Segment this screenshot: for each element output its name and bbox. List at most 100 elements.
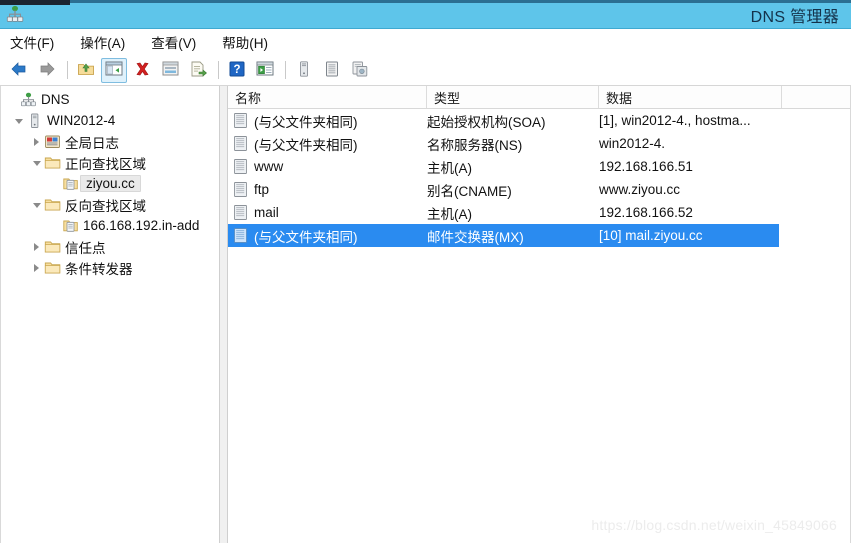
- new-zone-icon: [325, 61, 339, 80]
- toolbar: ?: [0, 55, 851, 86]
- show-window-icon: [256, 61, 274, 79]
- list-body[interactable]: (与父文件夹相同) 起始授权机构(SOA) [1], win2012-4., h…: [228, 109, 850, 545]
- folder-icon: [44, 239, 61, 255]
- tree-item-label: 条件转发器: [65, 261, 133, 277]
- table-row[interactable]: (与父文件夹相同) 名称服务器(NS) win2012-4.: [228, 132, 850, 155]
- menu-action[interactable]: 操作(A): [80, 30, 137, 54]
- forward-arrow-icon: [38, 61, 56, 80]
- chevron-down-icon[interactable]: [11, 117, 26, 124]
- tree-item-label: WIN2012-4: [47, 113, 116, 128]
- dns-record-icon: [234, 228, 247, 243]
- record-name-text: www: [254, 159, 284, 174]
- tree-item-forward-lookup-zones[interactable]: 正向查找区域: [1, 152, 219, 173]
- toolbar-up-folder-button[interactable]: [73, 58, 99, 83]
- toolbar-separator: [67, 61, 68, 79]
- toolbar-help-button[interactable]: ?: [224, 58, 250, 83]
- window-title: DNS 管理器: [750, 9, 839, 26]
- toolbar-separator-2: [218, 61, 219, 79]
- column-header-type[interactable]: 类型: [427, 86, 599, 108]
- chevron-right-icon[interactable]: [29, 138, 44, 146]
- record-name-cell: ftp: [228, 182, 427, 197]
- record-name-cell: (与父文件夹相同): [228, 226, 427, 246]
- tree-item-server[interactable]: WIN2012-4: [1, 110, 219, 131]
- record-name-text: (与父文件夹相同): [254, 137, 358, 153]
- table-row-selected[interactable]: (与父文件夹相同) 邮件交换器(MX) [10] mail.ziyou.cc: [228, 224, 779, 247]
- tree-item-label: 全局日志: [65, 135, 119, 151]
- pane-splitter[interactable]: [220, 86, 228, 545]
- chevron-right-icon[interactable]: [29, 264, 44, 272]
- dns-record-icon: [234, 159, 247, 174]
- folder-icon: [44, 260, 61, 276]
- server-tower-icon: [26, 113, 43, 129]
- dns-record-icon: [234, 182, 247, 197]
- record-data-cell: www.ziyou.cc: [599, 182, 681, 197]
- chevron-down-icon[interactable]: [29, 201, 44, 208]
- column-header-name[interactable]: 名称: [228, 86, 427, 108]
- tree-item-zone-ziyou-cc[interactable]: ziyou.cc: [1, 173, 219, 194]
- titlebar-accent-strip: [70, 0, 851, 3]
- dns-root-icon: [20, 92, 37, 108]
- help-question-icon: ?: [229, 61, 245, 80]
- record-type-cell: 主机(A): [427, 206, 472, 222]
- record-name-cell: www: [228, 159, 427, 174]
- dns-record-icon: [234, 113, 247, 128]
- tree-item-label: 166.168.192.in-add: [83, 218, 200, 233]
- toolbar-separator-3: [285, 61, 286, 79]
- record-data-cell: win2012-4.: [599, 136, 666, 151]
- export-list-icon: [190, 61, 207, 80]
- record-name-text: ftp: [254, 182, 270, 197]
- toolbar-export-list-button[interactable]: [185, 58, 211, 83]
- zone-icon: [62, 218, 79, 234]
- list-header: 名称 类型 数据: [228, 86, 850, 109]
- menu-file[interactable]: 文件(F): [10, 30, 66, 54]
- toolbar-back-button[interactable]: [6, 58, 32, 83]
- toolbar-forward-button[interactable]: [34, 58, 60, 83]
- delete-red-x-icon: [134, 61, 151, 80]
- toolbar-show-tree-button[interactable]: [101, 57, 127, 83]
- tree-item-dns[interactable]: DNS: [1, 89, 219, 110]
- tree-item-label: 信任点: [65, 240, 106, 256]
- toolbar-server-button[interactable]: [291, 58, 317, 83]
- tree-item-reverse-lookup-zones[interactable]: 反向查找区域: [1, 194, 219, 215]
- zone-icon: [62, 176, 79, 192]
- tree-item-label: 正向查找区域: [65, 156, 146, 172]
- dns-record-icon: [234, 205, 247, 220]
- console-tree-pane[interactable]: DNS WIN2012-4 全局日志 正向查找区域 ziyou.cc 反向查找区…: [0, 86, 220, 545]
- menu-view[interactable]: 查看(V): [151, 30, 208, 54]
- toolbar-show-window-button[interactable]: [252, 58, 278, 83]
- tree-item-trust-points[interactable]: 信任点: [1, 236, 219, 257]
- toolbar-properties-button[interactable]: [157, 58, 183, 83]
- record-type-cell: 邮件交换器(MX): [427, 229, 524, 245]
- record-name-cell: mail: [228, 205, 427, 220]
- chevron-down-icon[interactable]: [29, 159, 44, 166]
- refresh-zone-icon: [352, 61, 368, 80]
- menu-help[interactable]: 帮助(H): [222, 30, 280, 54]
- table-row[interactable]: (与父文件夹相同) 起始授权机构(SOA) [1], win2012-4., h…: [228, 109, 850, 132]
- tree-item-zone-reverse[interactable]: 166.168.192.in-add: [1, 215, 219, 236]
- toolbar-refresh-zone-button[interactable]: [347, 58, 373, 83]
- tree-item-label: 反向查找区域: [65, 198, 146, 214]
- record-data-cell: [10] mail.ziyou.cc: [599, 228, 703, 243]
- records-list-pane: 名称 类型 数据 (与父文件夹相同) 起始授权机构(SOA) [1], win2…: [228, 86, 851, 545]
- back-arrow-icon: [10, 61, 28, 80]
- table-row[interactable]: www 主机(A) 192.168.166.51: [228, 155, 850, 178]
- tree-item-conditional-forwarders[interactable]: 条件转发器: [1, 257, 219, 278]
- record-name-text: (与父文件夹相同): [254, 229, 358, 245]
- tree-item-label: DNS: [41, 92, 70, 107]
- toolbar-delete-button[interactable]: [129, 58, 155, 83]
- dns-manager-window: DNS 管理器 文件(F) 操作(A) 查看(V) 帮助(H) ? DNS WI…: [0, 0, 851, 545]
- record-name-text: (与父文件夹相同): [254, 114, 358, 130]
- record-data-cell: 192.168.166.52: [599, 205, 693, 220]
- main-content: DNS WIN2012-4 全局日志 正向查找区域 ziyou.cc 反向查找区…: [0, 86, 851, 545]
- server-tower-icon: [298, 60, 310, 80]
- record-type-cell: 起始授权机构(SOA): [427, 114, 546, 130]
- tree-item-global-log[interactable]: 全局日志: [1, 131, 219, 152]
- toolbar-new-zone-button[interactable]: [319, 58, 345, 83]
- table-row[interactable]: mail 主机(A) 192.168.166.52: [228, 201, 850, 224]
- table-row[interactable]: ftp 别名(CNAME) www.ziyou.cc: [228, 178, 850, 201]
- show-hide-tree-icon: [105, 61, 123, 79]
- column-header-data[interactable]: 数据: [599, 86, 782, 108]
- record-type-cell: 名称服务器(NS): [427, 137, 523, 153]
- chevron-right-icon[interactable]: [29, 243, 44, 251]
- record-data-cell: [1], win2012-4., hostma...: [599, 113, 751, 128]
